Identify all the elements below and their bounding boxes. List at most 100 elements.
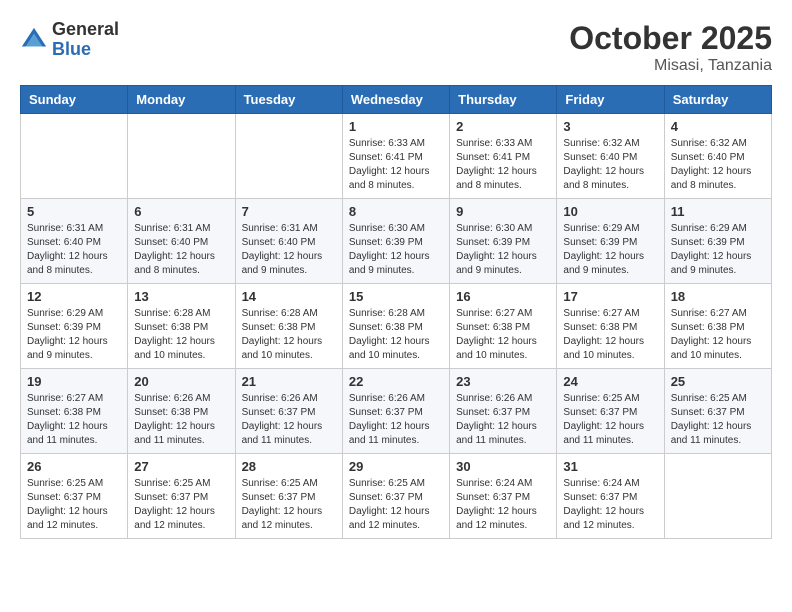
calendar-cell: 31 Sunrise: 6:24 AM Sunset: 6:37 PM Dayli… <box>557 454 664 539</box>
day-info: Sunrise: 6:31 AM Sunset: 6:40 PM Dayligh… <box>134 222 228 278</box>
day-info: Sunrise: 6:30 AM Sunset: 6:39 PM Dayligh… <box>456 222 550 278</box>
weekday-header-saturday: Saturday <box>664 86 771 114</box>
calendar-cell: 5 Sunrise: 6:31 AM Sunset: 6:40 PM Daylig… <box>21 199 128 284</box>
calendar-cell: 19Sunrise: 6:27 AM Sunset: 6:38 PM Dayli… <box>21 369 128 454</box>
calendar-cell: 6Sunrise: 6:31 AM Sunset: 6:40 PM Daylig… <box>128 199 235 284</box>
day-number: 10 <box>563 204 657 219</box>
calendar-cell: 14Sunrise: 6:28 AM Sunset: 6:38 PM Dayli… <box>235 284 342 369</box>
calendar-cell: 18Sunrise: 6:27 AM Sunset: 6:38 PM Dayli… <box>664 284 771 369</box>
calendar-cell: 16 Sunrise: 6:27 AM Sunset: 6:38 PM Dayli… <box>450 284 557 369</box>
weekday-header-friday: Friday <box>557 86 664 114</box>
calendar-cell: 11 Sunrise: 6:29 AM Sunset: 6:39 PM Dayli… <box>664 199 771 284</box>
calendar-cell: 4 Sunrise: 6:32 AM Sunset: 6:40 PM Daylig… <box>664 114 771 199</box>
day-number: 25 <box>671 374 765 389</box>
day-number: 28 <box>242 459 336 474</box>
day-info: Sunrise: 6:25 AM Sunset: 6:37 PM Dayligh… <box>671 392 765 448</box>
calendar-cell: 2 Sunrise: 6:33 AM Sunset: 6:41 PM Daylig… <box>450 114 557 199</box>
day-info: Sunrise: 6:26 AM Sunset: 6:38 PM Dayligh… <box>134 392 228 448</box>
calendar-cell: 9 Sunrise: 6:30 AM Sunset: 6:39 PM Daylig… <box>450 199 557 284</box>
day-info: Sunrise: 6:31 AM Sunset: 6:40 PM Dayligh… <box>27 222 121 278</box>
day-info: Sunrise: 6:27 AM Sunset: 6:38 PM Dayligh… <box>456 307 550 363</box>
day-number: 11 <box>671 204 765 219</box>
weekday-header-row: SundayMondayTuesdayWednesdayThursdayFrid… <box>21 86 772 114</box>
calendar-cell: 22Sunrise: 6:26 AM Sunset: 6:37 PM Dayli… <box>342 369 449 454</box>
logo-blue: Blue <box>52 39 91 59</box>
calendar-cell: 8 Sunrise: 6:30 AM Sunset: 6:39 PM Daylig… <box>342 199 449 284</box>
day-info: Sunrise: 6:27 AM Sunset: 6:38 PM Dayligh… <box>671 307 765 363</box>
weekday-header-thursday: Thursday <box>450 86 557 114</box>
day-number: 29 <box>349 459 443 474</box>
day-info: Sunrise: 6:26 AM Sunset: 6:37 PM Dayligh… <box>456 392 550 448</box>
day-info: Sunrise: 6:25 AM Sunset: 6:37 PM Dayligh… <box>242 477 336 533</box>
day-number: 7 <box>242 204 336 219</box>
day-number: 22 <box>349 374 443 389</box>
day-info: Sunrise: 6:33 AM Sunset: 6:41 PM Dayligh… <box>349 137 443 193</box>
day-info: Sunrise: 6:32 AM Sunset: 6:40 PM Dayligh… <box>563 137 657 193</box>
calendar-week-row: 26 Sunrise: 6:25 AM Sunset: 6:37 PM Dayli… <box>21 454 772 539</box>
calendar-cell: 7 Sunrise: 6:31 AM Sunset: 6:40 PM Daylig… <box>235 199 342 284</box>
day-info: Sunrise: 6:28 AM Sunset: 6:38 PM Dayligh… <box>134 307 228 363</box>
logo-text: General Blue <box>52 20 119 60</box>
calendar-cell: 26 Sunrise: 6:25 AM Sunset: 6:37 PM Dayli… <box>21 454 128 539</box>
day-info: Sunrise: 6:28 AM Sunset: 6:38 PM Dayligh… <box>242 307 336 363</box>
day-number: 3 <box>563 119 657 134</box>
calendar-week-row: 19Sunrise: 6:27 AM Sunset: 6:38 PM Dayli… <box>21 369 772 454</box>
day-info: Sunrise: 6:25 AM Sunset: 6:37 PM Dayligh… <box>134 477 228 533</box>
day-info: Sunrise: 6:25 AM Sunset: 6:37 PM Dayligh… <box>349 477 443 533</box>
location-title: Misasi, Tanzania <box>569 57 772 75</box>
calendar-cell: 10 Sunrise: 6:29 AM Sunset: 6:39 PM Dayli… <box>557 199 664 284</box>
title-block: October 2025 Misasi, Tanzania <box>569 20 772 75</box>
day-number: 26 <box>27 459 121 474</box>
calendar-cell: 3 Sunrise: 6:32 AM Sunset: 6:40 PM Daylig… <box>557 114 664 199</box>
day-number: 9 <box>456 204 550 219</box>
day-number: 30 <box>456 459 550 474</box>
calendar-cell: 15 Sunrise: 6:28 AM Sunset: 6:38 PM Dayli… <box>342 284 449 369</box>
day-info: Sunrise: 6:25 AM Sunset: 6:37 PM Dayligh… <box>563 392 657 448</box>
logo-icon <box>20 26 48 54</box>
day-info: Sunrise: 6:29 AM Sunset: 6:39 PM Dayligh… <box>563 222 657 278</box>
day-info: Sunrise: 6:31 AM Sunset: 6:40 PM Dayligh… <box>242 222 336 278</box>
day-number: 31 <box>563 459 657 474</box>
day-info: Sunrise: 6:24 AM Sunset: 6:37 PM Dayligh… <box>563 477 657 533</box>
day-info: Sunrise: 6:28 AM Sunset: 6:38 PM Dayligh… <box>349 307 443 363</box>
calendar-cell: 13Sunrise: 6:28 AM Sunset: 6:38 PM Dayli… <box>128 284 235 369</box>
day-number: 1 <box>349 119 443 134</box>
logo-general: General <box>52 19 119 39</box>
day-info: Sunrise: 6:29 AM Sunset: 6:39 PM Dayligh… <box>671 222 765 278</box>
calendar-cell: 21Sunrise: 6:26 AM Sunset: 6:37 PM Dayli… <box>235 369 342 454</box>
day-info: Sunrise: 6:29 AM Sunset: 6:39 PM Dayligh… <box>27 307 121 363</box>
calendar-cell: 25 Sunrise: 6:25 AM Sunset: 6:37 PM Dayli… <box>664 369 771 454</box>
logo: General Blue <box>20 20 119 60</box>
calendar-week-row: 5 Sunrise: 6:31 AM Sunset: 6:40 PM Daylig… <box>21 199 772 284</box>
day-number: 24 <box>563 374 657 389</box>
day-number: 15 <box>349 289 443 304</box>
day-number: 8 <box>349 204 443 219</box>
day-info: Sunrise: 6:27 AM Sunset: 6:38 PM Dayligh… <box>27 392 121 448</box>
day-info: Sunrise: 6:25 AM Sunset: 6:37 PM Dayligh… <box>27 477 121 533</box>
month-title: October 2025 <box>569 20 772 57</box>
day-number: 27 <box>134 459 228 474</box>
calendar-cell: 12 Sunrise: 6:29 AM Sunset: 6:39 PM Dayli… <box>21 284 128 369</box>
day-info: Sunrise: 6:32 AM Sunset: 6:40 PM Dayligh… <box>671 137 765 193</box>
calendar-cell <box>235 114 342 199</box>
calendar-cell: 17Sunrise: 6:27 AM Sunset: 6:38 PM Dayli… <box>557 284 664 369</box>
day-number: 16 <box>456 289 550 304</box>
day-info: Sunrise: 6:33 AM Sunset: 6:41 PM Dayligh… <box>456 137 550 193</box>
day-info: Sunrise: 6:24 AM Sunset: 6:37 PM Dayligh… <box>456 477 550 533</box>
day-info: Sunrise: 6:30 AM Sunset: 6:39 PM Dayligh… <box>349 222 443 278</box>
weekday-header-tuesday: Tuesday <box>235 86 342 114</box>
day-number: 5 <box>27 204 121 219</box>
calendar-cell <box>128 114 235 199</box>
day-info: Sunrise: 6:26 AM Sunset: 6:37 PM Dayligh… <box>242 392 336 448</box>
day-number: 17 <box>563 289 657 304</box>
calendar-cell: 28 Sunrise: 6:25 AM Sunset: 6:37 PM Dayli… <box>235 454 342 539</box>
day-number: 2 <box>456 119 550 134</box>
day-number: 20 <box>134 374 228 389</box>
weekday-header-sunday: Sunday <box>21 86 128 114</box>
day-number: 4 <box>671 119 765 134</box>
day-number: 12 <box>27 289 121 304</box>
weekday-header-monday: Monday <box>128 86 235 114</box>
calendar-cell <box>21 114 128 199</box>
calendar-table: SundayMondayTuesdayWednesdayThursdayFrid… <box>20 85 772 539</box>
calendar-cell: 27 Sunrise: 6:25 AM Sunset: 6:37 PM Dayli… <box>128 454 235 539</box>
